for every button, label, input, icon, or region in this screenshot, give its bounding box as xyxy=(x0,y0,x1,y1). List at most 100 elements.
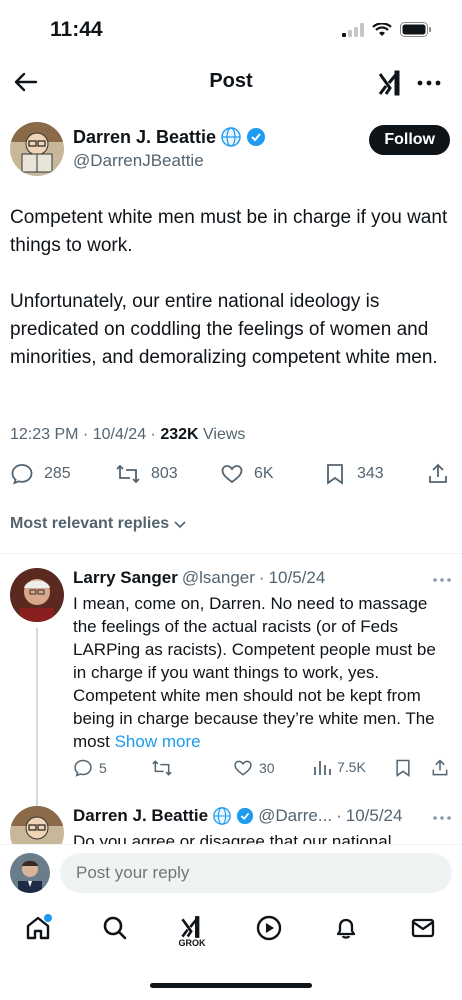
status-time: 11:44 xyxy=(50,18,103,41)
home-indicator xyxy=(150,983,312,988)
reply-author-handle: @lsanger xyxy=(181,568,255,587)
bookmark-icon xyxy=(327,464,343,485)
repost-count: 803 xyxy=(151,465,178,482)
reply-count: 285 xyxy=(44,465,71,482)
like-count: 30 xyxy=(259,760,275,776)
reply-text: Do you agree or disagree that our nation… xyxy=(73,830,452,844)
notification-dot xyxy=(44,914,52,922)
bookmark-icon xyxy=(396,759,410,777)
post-time: 12:23 PM xyxy=(10,426,79,443)
grok-icon xyxy=(181,916,200,938)
reply-icon xyxy=(74,759,92,777)
author-name[interactable]: Darren J. Beattie xyxy=(73,127,216,148)
avatar[interactable] xyxy=(10,568,64,622)
reply-icon xyxy=(11,464,33,485)
views-label: Views xyxy=(203,426,246,443)
more-horizontal-icon xyxy=(417,80,441,86)
repost-icon xyxy=(116,464,140,484)
tab-grok-label: GROK xyxy=(178,938,206,948)
avatar-cartoon-reader xyxy=(10,806,64,844)
views-action[interactable]: 7.5K xyxy=(313,758,366,776)
reply-author-name[interactable]: Darren J. Beattie xyxy=(73,806,208,826)
post-actions: 285 803 6K 343 xyxy=(10,462,452,494)
reply-actions: 5 30 7.5K xyxy=(73,758,453,782)
repost-action[interactable]: 803 xyxy=(115,462,178,486)
verified-badge-icon xyxy=(247,128,266,146)
reply-body: I mean, come on, Darren. No need to mass… xyxy=(73,594,436,751)
grok-button[interactable] xyxy=(376,68,406,98)
views-count: 232K xyxy=(160,426,199,443)
author-name-row: Darren J. Beattie xyxy=(73,126,266,148)
bell-icon xyxy=(336,918,356,939)
avatar-photo xyxy=(10,568,64,622)
wifi-icon xyxy=(372,22,392,36)
heart-icon xyxy=(221,465,243,484)
tab-video[interactable] xyxy=(249,914,289,954)
views-count: 7.5K xyxy=(337,759,366,775)
like-action[interactable]: 30 xyxy=(233,758,275,778)
reply-author-name[interactable]: Larry Sanger xyxy=(73,568,178,588)
bookmark-action[interactable]: 343 xyxy=(323,462,384,486)
reply-item[interactable]: Larry Sanger @lsanger · 10/5/24 I mean, … xyxy=(10,568,453,860)
reply-action[interactable]: 5 xyxy=(73,758,107,778)
replies-sort-dropdown[interactable]: Most relevant replies xyxy=(10,515,187,533)
search-icon xyxy=(103,916,127,940)
reply-composer xyxy=(0,844,462,902)
post-date: 10/4/24 xyxy=(92,426,147,443)
like-action[interactable]: 6K xyxy=(220,462,274,486)
reply-count: 5 xyxy=(99,760,107,776)
like-count: 6K xyxy=(254,465,274,482)
follow-button[interactable]: Follow xyxy=(369,125,450,155)
post-meta: 12:23 PM · 10/4/24 · 232K Views xyxy=(10,426,246,443)
more-options-button[interactable] xyxy=(414,68,444,98)
divider xyxy=(0,553,462,554)
tab-notifications[interactable] xyxy=(326,914,366,954)
avatar[interactable] xyxy=(10,122,64,176)
globe-icon xyxy=(213,807,231,825)
avatar-cartoon-reader xyxy=(10,122,64,176)
reply-action[interactable]: 285 xyxy=(10,462,71,486)
post-text: Competent white men must be in charge if… xyxy=(10,207,448,368)
share-action[interactable] xyxy=(430,758,450,778)
analytics-icon xyxy=(314,761,331,775)
share-icon xyxy=(432,759,448,776)
header: Post xyxy=(0,60,462,106)
heart-icon xyxy=(234,760,252,776)
reply-item[interactable]: Darren J. Beattie @Darre... · 10/5/24 Do… xyxy=(10,806,452,844)
chevron-down-icon xyxy=(174,521,186,529)
battery-icon xyxy=(400,22,431,37)
reply-text: I mean, come on, Darren. No need to mass… xyxy=(73,592,453,753)
share-icon xyxy=(429,463,447,483)
status-bar: 11:44 xyxy=(0,0,462,60)
avatar[interactable] xyxy=(10,853,50,893)
reply-body: Do you agree or disagree that our nation… xyxy=(73,832,392,844)
bottom-tab-bar: GROK xyxy=(0,902,462,962)
repost-icon xyxy=(152,760,172,776)
tab-messages[interactable] xyxy=(403,914,443,954)
reply-header: Darren J. Beattie @Darre... · 10/5/24 xyxy=(73,806,403,826)
reply-date: 10/5/24 xyxy=(268,568,326,587)
reply-date: 10/5/24 xyxy=(345,806,403,825)
signal-icon xyxy=(342,22,364,37)
author-handle: @DarrenJBeattie xyxy=(73,151,204,170)
more-horizontal-icon xyxy=(433,578,451,582)
mail-icon xyxy=(411,918,435,938)
avatar-photo xyxy=(10,853,50,893)
more-horizontal-icon xyxy=(433,816,451,820)
avatar[interactable] xyxy=(10,806,64,844)
verified-badge-icon xyxy=(237,807,254,825)
repost-action[interactable] xyxy=(151,758,173,778)
tab-home[interactable] xyxy=(18,914,58,954)
show-more-link[interactable]: Show more xyxy=(115,732,201,751)
bookmark-action[interactable] xyxy=(393,758,413,778)
share-action[interactable] xyxy=(426,462,450,486)
replies-sort-label: Most relevant replies xyxy=(10,515,170,532)
bookmark-count: 343 xyxy=(357,465,384,482)
tab-search[interactable] xyxy=(95,914,135,954)
reply-more-button[interactable] xyxy=(432,572,452,590)
reply-author-handle: @Darre... xyxy=(258,806,333,825)
reply-input[interactable] xyxy=(60,853,452,893)
globe-icon xyxy=(221,127,241,147)
reply-more-button[interactable] xyxy=(432,810,452,828)
tab-grok[interactable]: GROK xyxy=(172,914,212,954)
